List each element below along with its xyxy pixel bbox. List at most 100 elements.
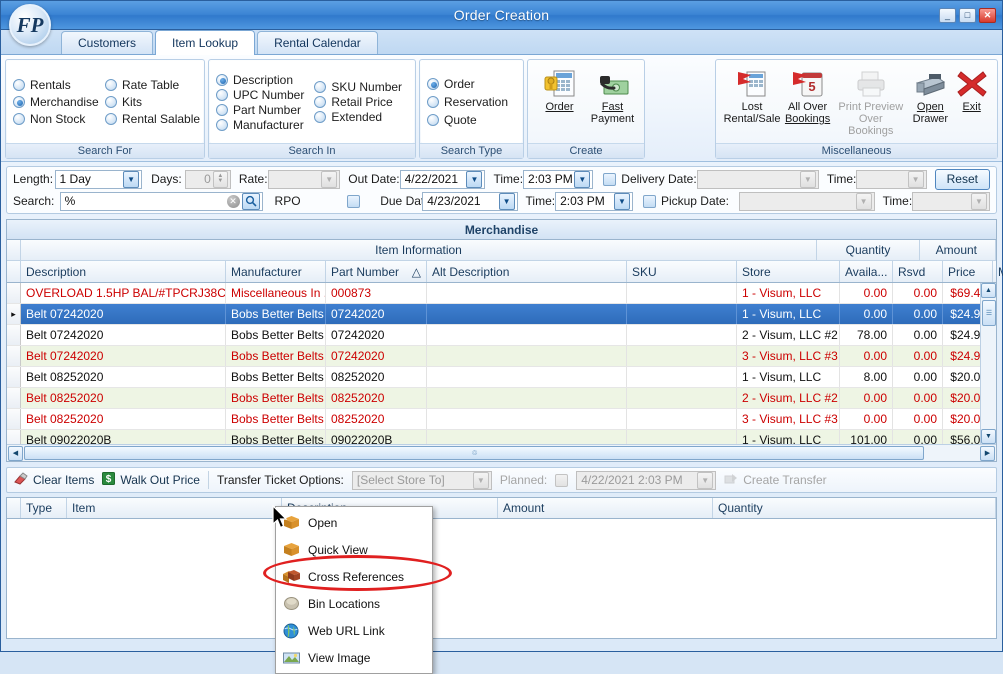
- radio-manufacturer[interactable]: Manufacturer: [216, 118, 304, 132]
- tab-rental-calendar[interactable]: Rental Calendar: [257, 31, 378, 54]
- table-row[interactable]: Belt 08252020 Bobs Better Belts 08252020…: [7, 388, 996, 409]
- search-icon[interactable]: [241, 192, 260, 210]
- lost-rental-label-2: Rental/Sale: [723, 113, 781, 125]
- length-select[interactable]: 1 Day ▼: [54, 169, 143, 189]
- tab-customers[interactable]: Customers: [61, 31, 154, 54]
- cell-store: 2 - Visum, LLC #2: [737, 325, 840, 345]
- radio-rental-salable-label: Rental Salable: [122, 112, 201, 126]
- search-input[interactable]: % ✕: [59, 191, 263, 211]
- order-button[interactable]: Order: [535, 65, 584, 139]
- scroll-down-icon[interactable]: ▼: [981, 429, 996, 444]
- exit-icon: [956, 67, 988, 101]
- search-type-group: Order Reservation Quote Search Type: [419, 59, 524, 159]
- radio-rate-table[interactable]: Rate Table: [105, 78, 200, 92]
- radio-retail-price[interactable]: Retail Price: [314, 95, 402, 109]
- planned-date-value: 4/22/2021 2:03 PM: [581, 473, 683, 487]
- cell-description: OVERLOAD 1.5HP BAL/#TPCRJ38CB: [21, 283, 226, 303]
- radio-rental-salable[interactable]: Rental Salable: [105, 112, 200, 126]
- context-menu-item-quick-view[interactable]: Quick View: [276, 536, 432, 563]
- table-row[interactable]: Belt 08252020 Bobs Better Belts 08252020…: [7, 367, 996, 388]
- column-header-part-number[interactable]: Part Number △: [326, 261, 427, 282]
- radio-upc-number[interactable]: UPC Number: [216, 88, 304, 102]
- radio-kits-icon: [105, 96, 117, 108]
- column-header-alt-description[interactable]: Alt Description: [427, 261, 627, 282]
- length-chevron-down-icon[interactable]: ▼: [123, 170, 140, 188]
- column-header-type[interactable]: Type: [21, 498, 67, 518]
- radio-quote[interactable]: Quote: [427, 113, 508, 127]
- table-row[interactable]: Belt 07242020 Bobs Better Belts 07242020…: [7, 346, 996, 367]
- table-row[interactable]: Belt 07242020 Bobs Better Belts 07242020…: [7, 325, 996, 346]
- order-icon: [543, 67, 577, 101]
- radio-non-stock[interactable]: Non Stock: [13, 112, 95, 126]
- column-header-amount[interactable]: Amount: [498, 498, 713, 518]
- out-time-picker[interactable]: 2:03 PM ▼: [523, 169, 594, 189]
- column-header-store[interactable]: Store: [737, 261, 840, 282]
- column-header-sku[interactable]: SKU: [627, 261, 737, 282]
- pickup-date-checkbox[interactable]: [642, 194, 656, 208]
- reset-button[interactable]: Reset: [934, 168, 990, 190]
- delivery-date-checkbox[interactable]: [603, 172, 617, 186]
- clear-search-icon[interactable]: ✕: [226, 194, 240, 208]
- table-row[interactable]: ▸ Belt 07242020 Bobs Better Belts 072420…: [7, 304, 996, 325]
- search-value: %: [64, 194, 76, 208]
- grid-horizontal-scrollbar[interactable]: ◀ ♲ ▶: [7, 444, 996, 461]
- radio-merchandise[interactable]: Merchandise: [13, 95, 99, 109]
- out-date-picker[interactable]: 4/22/2021 ▼: [399, 169, 486, 189]
- exit-button[interactable]: Exit: [953, 65, 990, 139]
- radio-description[interactable]: Description: [216, 73, 304, 87]
- column-header-manufacturer[interactable]: Manufacturer: [226, 261, 326, 282]
- radio-reservation[interactable]: Reservation: [427, 95, 508, 109]
- lost-rental-sale-button[interactable]: Lost Rental/Sale: [723, 65, 781, 139]
- row-context-menu[interactable]: Open Quick View Cross References Bin Loc…: [275, 506, 433, 674]
- grid-select-all-corner[interactable]: [7, 261, 21, 282]
- column-header-rsvd[interactable]: Rsvd: [893, 261, 943, 282]
- scroll-right-icon[interactable]: ▶: [980, 445, 995, 461]
- radio-sku-number[interactable]: SKU Number: [314, 80, 402, 94]
- context-menu-item-bin-locations[interactable]: Bin Locations: [276, 590, 432, 617]
- due-date-chevron-down-icon[interactable]: ▼: [498, 192, 515, 210]
- table-row[interactable]: Belt 09022020B Bobs Better Belts 0902202…: [7, 430, 996, 444]
- due-date-picker[interactable]: 4/23/2021 ▼: [422, 191, 518, 211]
- close-button[interactable]: ✕: [979, 7, 996, 23]
- radio-order[interactable]: Order: [427, 77, 508, 91]
- column-header-item[interactable]: Item: [67, 498, 282, 518]
- maximize-button[interactable]: □: [959, 7, 976, 23]
- context-menu-item-view-image[interactable]: View Image: [276, 644, 432, 671]
- out-date-chevron-down-icon[interactable]: ▼: [466, 170, 483, 188]
- due-time-picker[interactable]: 2:03 PM ▼: [555, 191, 633, 211]
- radio-rentals[interactable]: Rentals: [13, 78, 95, 92]
- fast-payment-button[interactable]: Fast Payment: [588, 65, 637, 139]
- grid-vertical-scrollbar[interactable]: ▲ ☰ ▼: [980, 283, 996, 444]
- table-row[interactable]: OVERLOAD 1.5HP BAL/#TPCRJ38CB Miscellane…: [7, 283, 996, 304]
- open-drawer-button[interactable]: Open Drawer: [907, 65, 953, 139]
- order-items-empty-area[interactable]: [7, 519, 996, 638]
- context-menu-item-open[interactable]: Open: [276, 509, 432, 536]
- scroll-left-icon[interactable]: ◀: [8, 445, 23, 461]
- radio-part-number[interactable]: Part Number: [216, 103, 304, 117]
- due-time-chevron-down-icon[interactable]: ▼: [613, 192, 630, 210]
- rpo-checkbox[interactable]: [347, 194, 361, 208]
- all-over-bookings-button[interactable]: 5 All Over Bookings: [781, 65, 834, 139]
- walk-out-price-button[interactable]: $ Walk Out Price: [102, 472, 200, 488]
- clear-items-button[interactable]: Clear Items: [13, 472, 94, 488]
- cell-description: Belt 07242020: [21, 325, 226, 345]
- vertical-scroll-thumb[interactable]: ☰: [981, 300, 996, 326]
- order-items-corner[interactable]: [7, 498, 21, 518]
- minimize-button[interactable]: _: [939, 7, 956, 23]
- out-time-chevron-down-icon[interactable]: ▼: [574, 170, 591, 188]
- column-header-price[interactable]: Price: [943, 261, 993, 282]
- context-menu-item-cross-references[interactable]: Cross References: [276, 563, 432, 590]
- column-header-description[interactable]: Description: [21, 261, 226, 282]
- scroll-up-icon[interactable]: ▲: [981, 283, 996, 298]
- cell-rsvd: 0.00: [893, 346, 943, 366]
- context-menu-item-web-url-link[interactable]: Web URL Link: [276, 617, 432, 644]
- tab-item-lookup[interactable]: Item Lookup: [155, 30, 256, 55]
- cell-rsvd: 0.00: [893, 367, 943, 387]
- radio-extended[interactable]: Extended: [314, 110, 402, 124]
- radio-kits[interactable]: Kits: [105, 95, 200, 109]
- table-row[interactable]: Belt 08252020 Bobs Better Belts 08252020…: [7, 409, 996, 430]
- column-header-quantity[interactable]: Quantity: [713, 498, 996, 518]
- horizontal-scroll-thumb[interactable]: ♲: [24, 446, 924, 460]
- column-header-available[interactable]: Availa...: [840, 261, 893, 282]
- column-header-msrp[interactable]: MSR: [993, 261, 1003, 282]
